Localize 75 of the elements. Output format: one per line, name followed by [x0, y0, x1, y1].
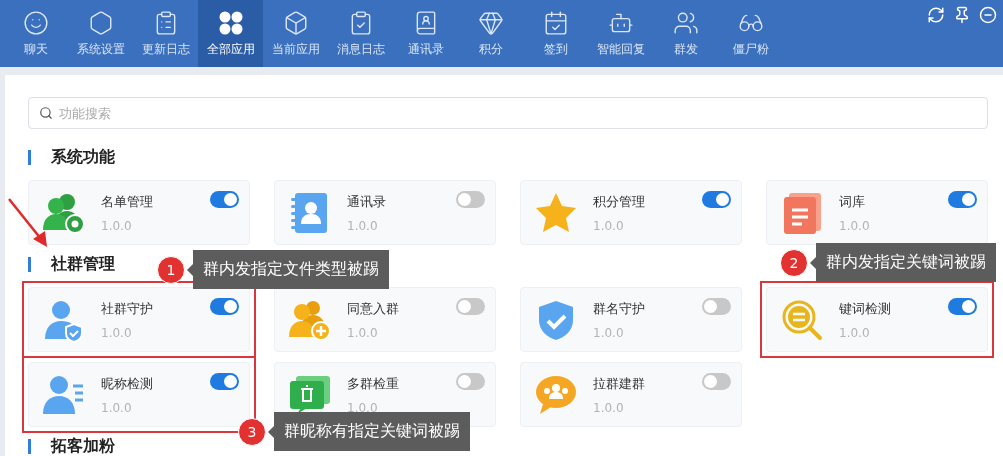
app-name: 通讯录	[347, 192, 386, 211]
number-badge: 1	[157, 255, 185, 284]
app-card[interactable]: 词库 1.0.0	[766, 180, 988, 245]
app-name: 拉群建群	[593, 374, 645, 393]
search-icon	[39, 106, 53, 120]
app-version: 1.0.0	[101, 400, 132, 415]
toggle-switch[interactable]	[948, 191, 977, 208]
toggle-switch[interactable]	[456, 191, 485, 208]
nav-tab[interactable]: 群发	[653, 0, 718, 67]
nav-tab[interactable]: 僵尸粉	[718, 0, 783, 67]
toggle-switch[interactable]	[702, 373, 731, 390]
tooltip: 群昵称有指定关键词被踢	[268, 412, 470, 451]
section-marker	[28, 256, 31, 272]
app-card[interactable]: 昵称检测 1.0.0	[28, 362, 250, 427]
app-version: 1.0.0	[593, 400, 624, 415]
search-field[interactable]: 功能搜索	[28, 97, 988, 129]
nav-tab[interactable]: 签到	[523, 0, 588, 67]
app-name: 昵称检测	[101, 374, 153, 393]
section-title: 社群管理	[51, 253, 115, 275]
nav-tab[interactable]: 通讯录	[393, 0, 458, 67]
app-version: 1.0.0	[839, 325, 870, 340]
grid-icon	[217, 9, 244, 36]
toggle-switch[interactable]	[702, 298, 731, 315]
app-version: 1.0.0	[347, 218, 378, 233]
toggle-switch[interactable]	[456, 298, 485, 315]
app-card[interactable]: 同意入群 1.0.0	[274, 287, 496, 352]
app-card[interactable]: 群名守护 1.0.0	[520, 287, 742, 352]
app-name: 同意入群	[347, 299, 399, 318]
nav-tab[interactable]: 更新日志	[133, 0, 198, 67]
app-version: 1.0.0	[101, 325, 132, 340]
toggle-switch[interactable]	[456, 373, 485, 390]
app-card[interactable]: 社群守护 1.0.0	[28, 287, 250, 352]
app-name: 键词检测	[839, 299, 891, 318]
app-card[interactable]: 拉群建群 1.0.0	[520, 362, 742, 427]
pin-icon[interactable]	[953, 6, 971, 24]
nav-tab[interactable]: 积分	[458, 0, 523, 67]
app-card[interactable]: 键词检测 1.0.0	[766, 287, 988, 352]
nav-tab[interactable]: 全部应用	[198, 0, 263, 67]
number-badge: 3	[238, 417, 266, 446]
toggle-switch[interactable]	[210, 373, 239, 390]
section-title: 系统功能	[51, 146, 115, 168]
nav-tab[interactable]: 智能回复	[588, 0, 653, 67]
tooltip: 群内发指定关键词被踢	[810, 243, 996, 282]
nav-tab[interactable]: 消息日志	[328, 0, 393, 67]
pointer-arrow	[7, 197, 49, 249]
app-version: 1.0.0	[593, 325, 624, 340]
app-version: 1.0.0	[839, 218, 870, 233]
face-icon	[22, 9, 49, 36]
app-name: 积分管理	[593, 192, 645, 211]
app-version: 1.0.0	[347, 325, 378, 340]
app-version: 1.0.0	[347, 400, 378, 415]
app-name: 群名守护	[593, 299, 645, 318]
nav-tab[interactable]: 系统设置	[68, 0, 133, 67]
number-badge: 2	[780, 248, 808, 277]
toggle-switch[interactable]	[210, 298, 239, 315]
section-marker	[28, 149, 31, 165]
nav-tab[interactable]: 聊天	[3, 0, 68, 67]
app-card[interactable]: 名单管理 1.0.0	[28, 180, 250, 245]
section-title: 拓客加粉	[51, 435, 115, 456]
tooltip: 群内发指定文件类型被踢	[187, 250, 389, 289]
refresh-icon[interactable]	[927, 6, 945, 24]
minimize-icon[interactable]	[979, 6, 997, 24]
app-name: 名单管理	[101, 192, 153, 211]
app-card[interactable]: 通讯录 1.0.0	[274, 180, 496, 245]
app-version: 1.0.0	[101, 218, 132, 233]
section-marker	[28, 438, 31, 454]
toggle-switch[interactable]	[210, 191, 239, 208]
app-name: 社群守护	[101, 299, 153, 318]
app-card[interactable]: 积分管理 1.0.0	[520, 180, 742, 245]
toggle-switch[interactable]	[702, 191, 731, 208]
nav-tab[interactable]: 当前应用	[263, 0, 328, 67]
app-version: 1.0.0	[593, 218, 624, 233]
app-name: 多群检重	[347, 374, 399, 393]
toggle-switch[interactable]	[948, 298, 977, 315]
app-name: 词库	[839, 192, 865, 211]
